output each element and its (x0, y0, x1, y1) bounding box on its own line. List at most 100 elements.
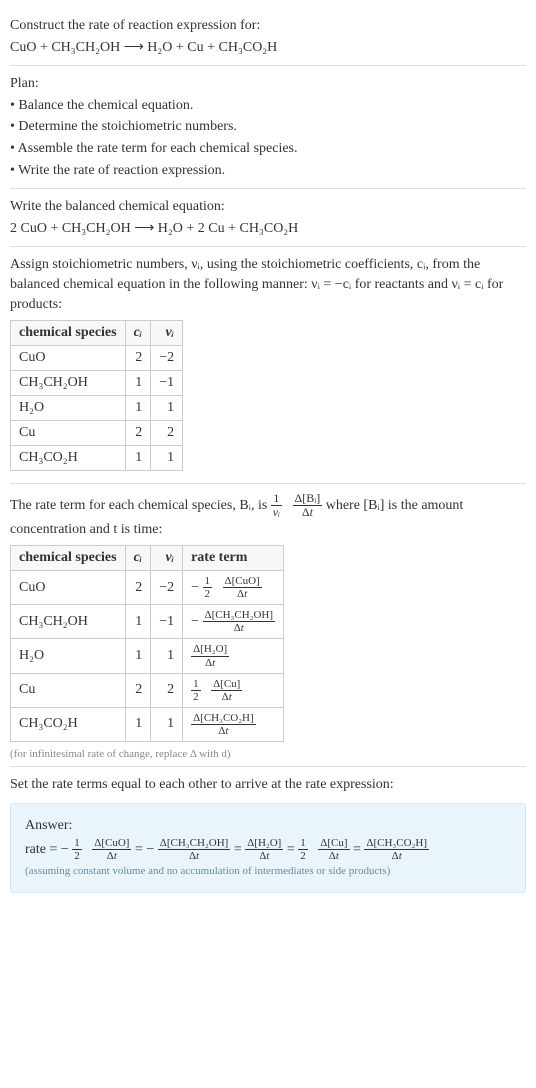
final-heading: Set the rate terms equal to each other t… (10, 775, 526, 795)
cell-c: 2 (125, 571, 151, 605)
cell-c: 2 (125, 346, 151, 371)
frac-den: νᵢ (271, 506, 282, 519)
frac-dEtOH-dt: Δ[CH₃CH₂OH] Δt (158, 837, 231, 862)
neg-sign: − (61, 842, 69, 857)
frac-half: 1 2 (298, 837, 308, 862)
rate-term-text: The rate term for each chemical species,… (10, 492, 526, 539)
table-row: CH₃CO₂H 1 1 Δ[CH₃CO₂H] Δt (11, 707, 284, 741)
section-rate-term: The rate term for each chemical species,… (10, 484, 526, 767)
section-stoich: Assign stoichiometric numbers, νᵢ, using… (10, 247, 526, 484)
plan-bullet-3: • Assemble the rate term for each chemic… (10, 139, 526, 159)
rt-col-c: cᵢ (125, 546, 151, 571)
frac-num: Δ[CH₃CO₂H] (364, 837, 429, 850)
table-row: CH₃CH₂OH 1 −1 (11, 371, 183, 396)
frac-num: Δ[Cu] (318, 837, 349, 850)
rt-col-rate: rate term (183, 546, 284, 571)
plan-bullet-2: • Determine the stoichiometric numbers. (10, 117, 526, 137)
intro-prompt: Construct the rate of reaction expressio… (10, 16, 526, 36)
rt-col-v: νᵢ (151, 546, 183, 571)
equals-sign: = (234, 842, 245, 857)
cell-species: CH₃CH₂OH (11, 371, 126, 396)
stoich-col-v-label: νᵢ (166, 325, 175, 340)
cell-c: 1 (125, 707, 151, 741)
frac-dAcOH-dt: Δ[CH₃CO₂H] Δt (191, 712, 256, 737)
plan-heading: Plan: (10, 74, 526, 94)
frac-dCu-dt: Δ[Cu] Δt (318, 837, 349, 862)
rate-term-text-a: The rate term for each chemical species,… (10, 498, 271, 513)
stoich-table: chemical species cᵢ νᵢ CuO 2 −2 CH₃CH₂OH… (10, 320, 183, 471)
cell-rate: Δ[CH₃CO₂H] Δt (183, 707, 284, 741)
frac-den: Δt (211, 691, 242, 703)
cell-v: −2 (151, 346, 183, 371)
table-header-row: chemical species cᵢ νᵢ rate term (11, 546, 284, 571)
cell-species: CH₃CO₂H (11, 446, 126, 471)
rt-col-c-label: cᵢ (134, 550, 143, 565)
cell-v: 1 (151, 639, 183, 673)
frac-num: Δ[CH₃CO₂H] (191, 712, 256, 725)
answer-box: Answer: rate = − 1 2 Δ[CuO] Δt = − Δ[CH₃… (10, 803, 526, 893)
frac-den: 2 (191, 691, 201, 703)
equals-sign: = (353, 842, 364, 857)
cell-species: CuO (11, 346, 126, 371)
frac-den: 2 (72, 850, 82, 862)
equals-sign: = (135, 842, 146, 857)
stoich-col-c-label: cᵢ (134, 325, 143, 340)
frac-dAcOH-dt: Δ[CH₃CO₂H] Δt (364, 837, 429, 862)
cell-rate: − Δ[CH₃CH₂OH] Δt (183, 605, 284, 639)
frac-num: Δ[CH₃CH₂OH] (158, 837, 231, 850)
cell-species: H₂O (11, 396, 126, 421)
frac-num: Δ[H₂O] (245, 837, 283, 850)
cell-species: Cu (11, 421, 126, 446)
frac-dCuO-dt: Δ[CuO] Δt (223, 575, 262, 600)
frac-num: 1 (72, 837, 82, 850)
section-intro: Construct the rate of reaction expressio… (10, 8, 526, 66)
frac-num: Δ[CuO] (92, 837, 131, 850)
frac-den: Δt (191, 725, 256, 737)
frac-den: 2 (298, 850, 308, 862)
page: Construct the rate of reaction expressio… (0, 0, 536, 907)
frac-den: Δt (223, 588, 262, 600)
rate-word: rate = (25, 842, 61, 857)
answer-assumption: (assuming constant volume and no accumul… (25, 864, 511, 879)
intro-equation: CuO + CH₃CH₂OH ⟶ H₂O + Cu + CH₃CO₂H (10, 38, 526, 58)
cell-c: 1 (125, 396, 151, 421)
cell-c: 2 (125, 421, 151, 446)
answer-label: Answer: (25, 816, 511, 836)
section-plan: Plan: • Balance the chemical equation. •… (10, 66, 526, 189)
cell-species: CH₃CH₂OH (11, 605, 126, 639)
neg-sign: − (191, 614, 199, 629)
cell-v: 2 (151, 421, 183, 446)
table-row: Cu 2 2 1 2 Δ[Cu] Δt (11, 673, 284, 707)
frac-num: Δ[CH₃CH₂OH] (203, 609, 276, 622)
cell-v: 1 (151, 446, 183, 471)
plan-bullet-4: • Write the rate of reaction expression. (10, 161, 526, 181)
frac-num: 1 (271, 492, 282, 506)
cell-v: −1 (151, 605, 183, 639)
cell-c: 1 (125, 446, 151, 471)
cell-rate: − 1 2 Δ[CuO] Δt (183, 571, 284, 605)
rate-term-table: chemical species cᵢ νᵢ rate term CuO 2 −… (10, 545, 284, 742)
stoich-col-species: chemical species (11, 321, 126, 346)
plan-bullet-1: • Balance the chemical equation. (10, 96, 526, 116)
balanced-heading: Write the balanced chemical equation: (10, 197, 526, 217)
frac-num: Δ[H₂O] (191, 643, 229, 656)
cell-species: Cu (11, 673, 126, 707)
cell-v: 2 (151, 673, 183, 707)
table-row: Cu 2 2 (11, 421, 183, 446)
neg-sign: − (191, 580, 199, 595)
frac-num: 1 (298, 837, 308, 850)
stoich-col-v: νᵢ (151, 321, 183, 346)
frac-den: Δt (318, 850, 349, 862)
frac-half: 1 2 (72, 837, 82, 862)
cell-c: 1 (125, 371, 151, 396)
frac-dH2O-dt: Δ[H₂O] Δt (245, 837, 283, 862)
cell-c: 1 (125, 639, 151, 673)
section-balanced: Write the balanced chemical equation: 2 … (10, 189, 526, 247)
section-final: Set the rate terms equal to each other t… (10, 767, 526, 899)
frac-num: 1 (203, 575, 213, 588)
frac-dEtOH-dt: Δ[CH₃CH₂OH] Δt (203, 609, 276, 634)
stoich-text: Assign stoichiometric numbers, νᵢ, using… (10, 255, 526, 314)
frac-den: Δt (92, 850, 131, 862)
cell-species: H₂O (11, 639, 126, 673)
cell-v: 1 (151, 396, 183, 421)
